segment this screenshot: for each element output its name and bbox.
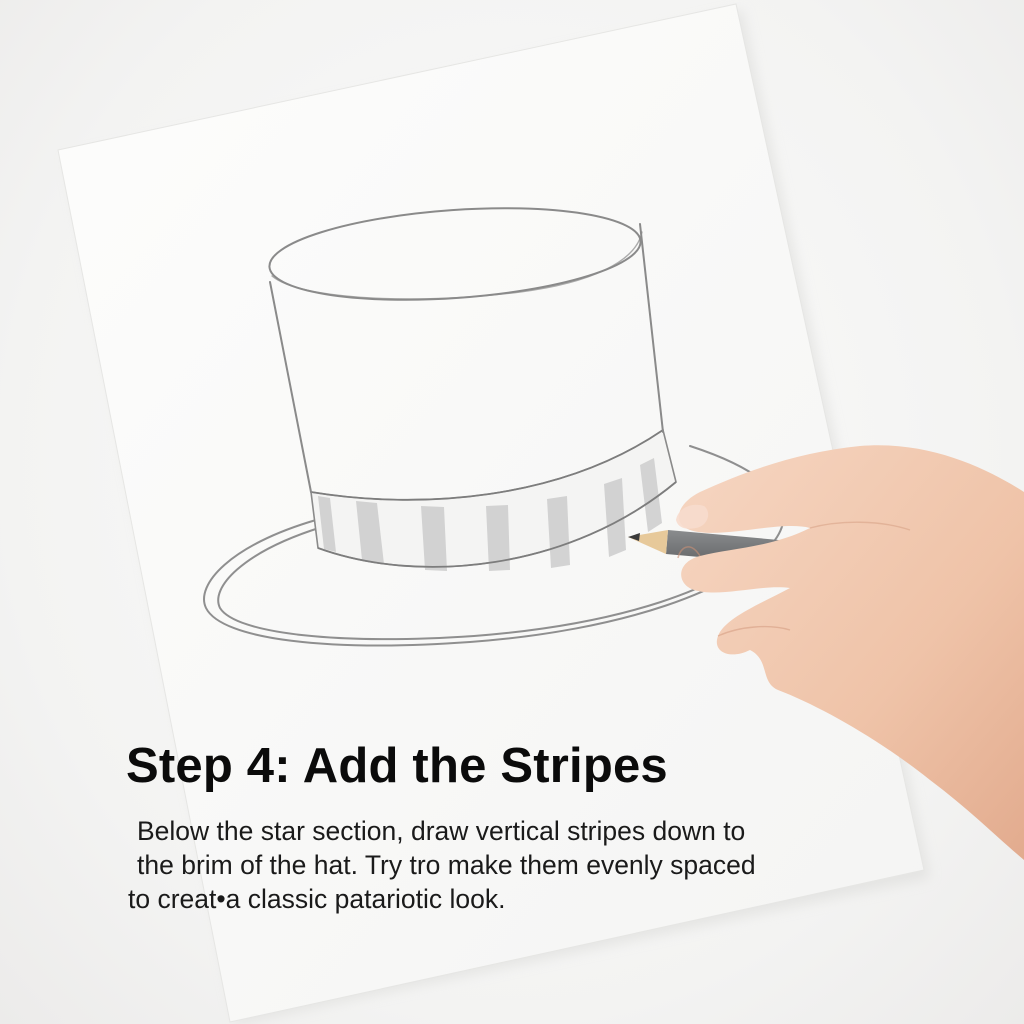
- photo-scene: Step 4: Add the Stripes Below the star s…: [0, 0, 1024, 1024]
- sketch-illustration: [57, 3, 1024, 1024]
